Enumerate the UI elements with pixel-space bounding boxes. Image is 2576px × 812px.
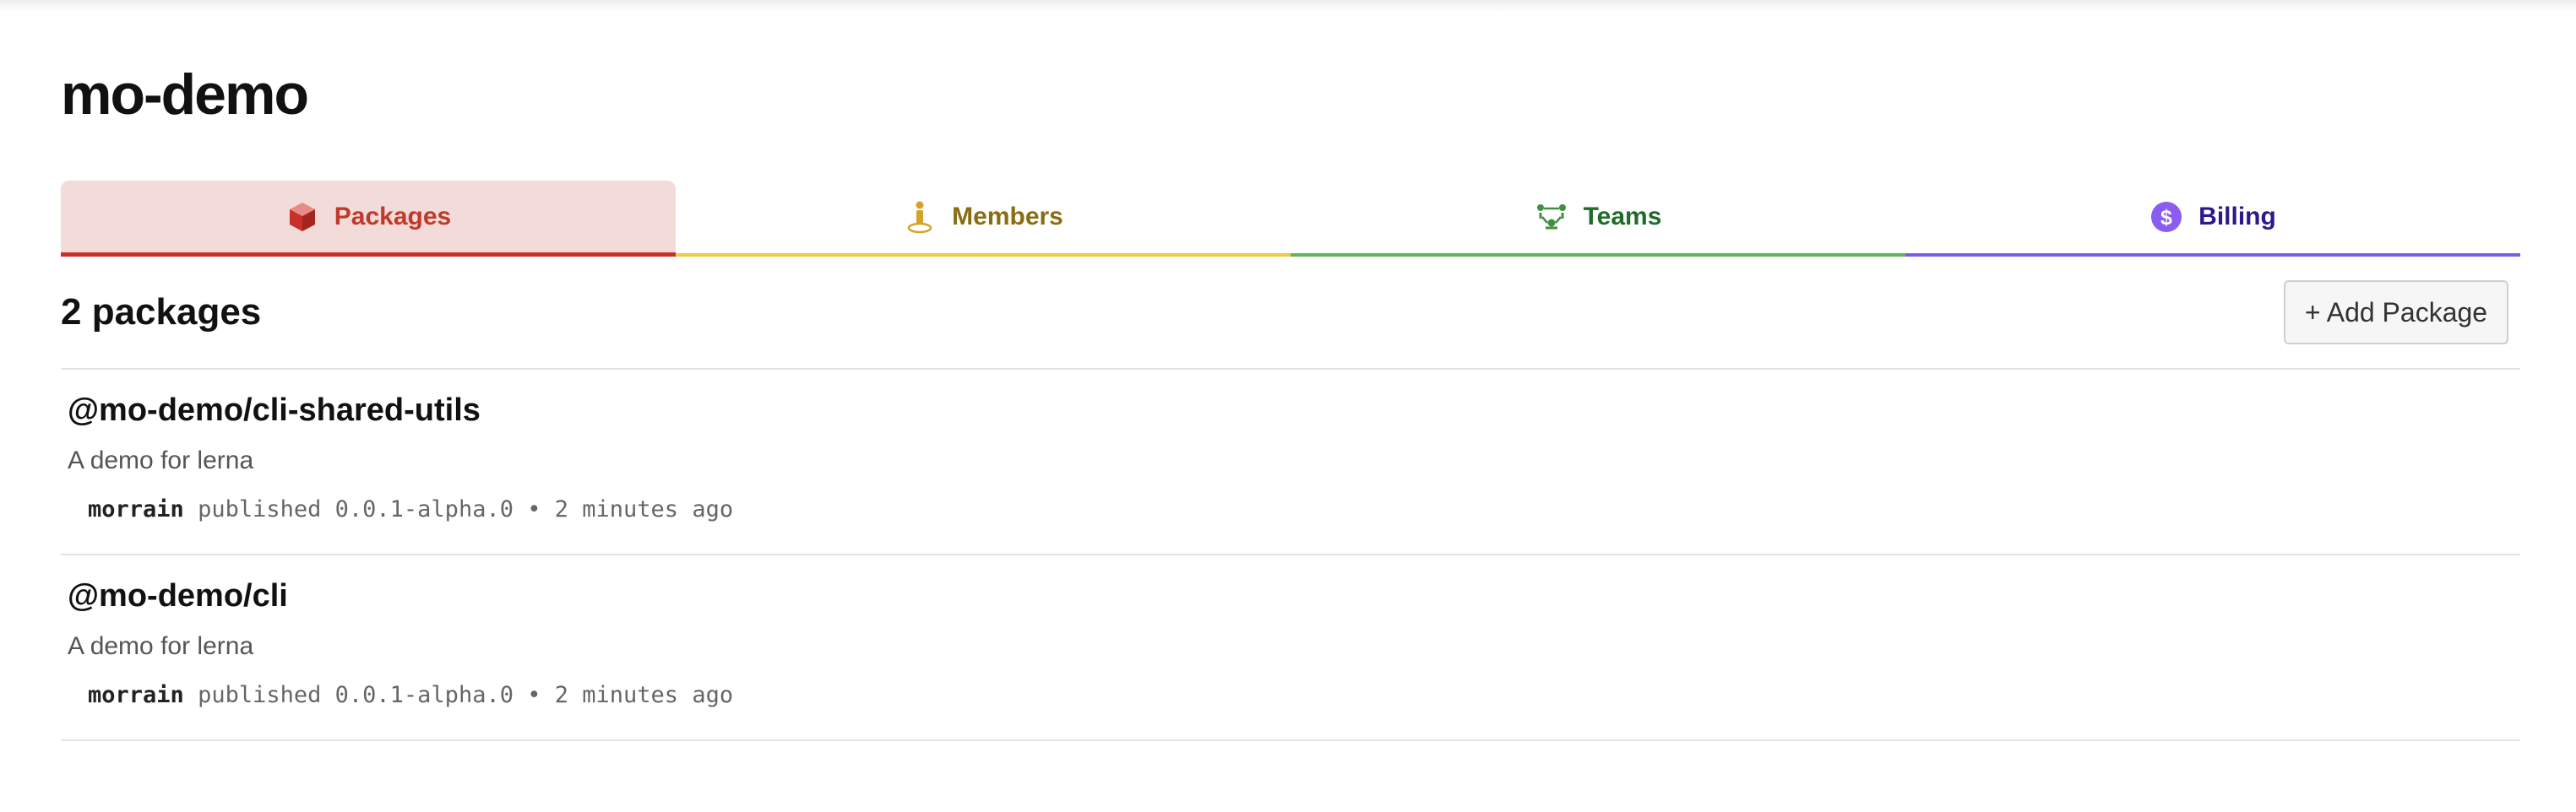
tab-billing[interactable]: $ Billing (1905, 181, 2520, 257)
divider (61, 739, 2520, 741)
svg-text:$: $ (2160, 206, 2172, 230)
package-publish-info: morrain published 0.0.1-alpha.0 • 2 minu… (88, 679, 733, 712)
page-title: mo-demo (61, 62, 309, 127)
published-word: published (198, 682, 322, 708)
list-item: @mo-demo/cli-shared-utils A demo for ler… (61, 370, 2520, 555)
packages-count-heading: 2 packages (61, 291, 262, 333)
published-word: published (198, 496, 322, 522)
tab-teams-label: Teams (1583, 203, 1662, 230)
tab-packages-label: Packages (334, 202, 452, 230)
package-description: A demo for lerna (68, 632, 254, 660)
publish-time: 2 minutes ago (554, 682, 734, 708)
package-description: A demo for lerna (68, 447, 254, 474)
tab-billing-label: Billing (2198, 203, 2276, 230)
org-tabs: Packages Members Teams $ Billing (61, 181, 2520, 257)
package-name-link[interactable]: @mo-demo/cli (68, 574, 288, 618)
tab-members[interactable]: Members (676, 181, 1291, 257)
dollar-coin-icon: $ (2149, 200, 2183, 234)
tab-packages[interactable]: Packages (61, 181, 676, 257)
package-cube-icon (285, 200, 319, 234)
meta-separator: • (527, 682, 541, 708)
tab-members-label: Members (952, 203, 1063, 230)
package-name-link[interactable]: @mo-demo/cli-shared-utils (68, 388, 481, 432)
header-shadow (0, 0, 2576, 12)
publisher-link[interactable]: morrain (88, 682, 184, 708)
list-item: @mo-demo/cli A demo for lerna morrain pu… (61, 555, 2520, 741)
tab-teams[interactable]: Teams (1291, 181, 1905, 257)
teams-icon (1535, 200, 1568, 234)
package-version: 0.0.1-alpha.0 (334, 682, 514, 708)
member-figure-icon (903, 200, 937, 234)
publish-time: 2 minutes ago (554, 496, 734, 522)
add-package-button[interactable]: + Add Package (2284, 280, 2508, 344)
package-publish-info: morrain published 0.0.1-alpha.0 • 2 minu… (88, 493, 733, 527)
publisher-link[interactable]: morrain (88, 496, 184, 522)
meta-separator: • (527, 496, 541, 522)
package-version: 0.0.1-alpha.0 (334, 496, 514, 522)
